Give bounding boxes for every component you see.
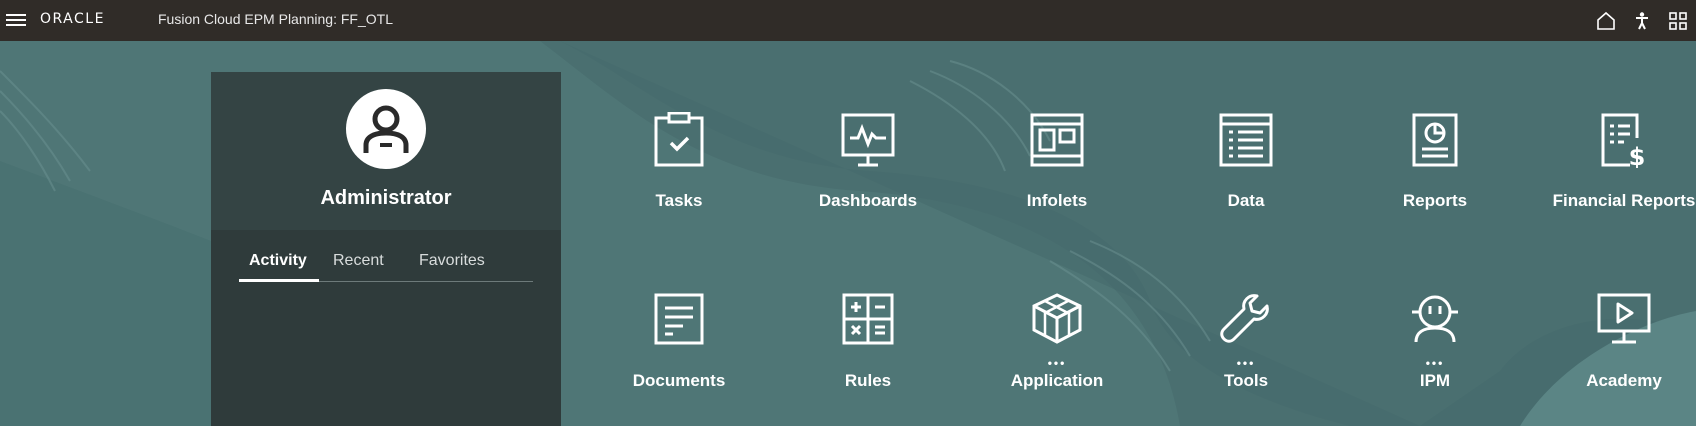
more-indicator: ••• [1047,356,1067,370]
tile-ipm[interactable]: ••• IPM [1355,292,1515,412]
tile-reports[interactable]: Reports [1355,112,1515,232]
tile-documents[interactable]: Documents [599,292,759,412]
tile-label: Tools [1223,371,1269,390]
financial-report-icon: $ [1601,113,1646,168]
oracle-logo[interactable]: ORACLE [40,11,105,27]
more-indicator: ••• [1236,356,1256,370]
tab-recent[interactable]: Recent [333,252,384,270]
profile-panel: Administrator Activity Recent Favorites [211,72,561,426]
tile-label: Academy [1586,371,1662,390]
tile-financial-reports[interactable]: $ Financial Reports [1544,112,1696,232]
tile-academy[interactable]: Academy [1544,292,1696,412]
data-form-icon [1219,113,1273,167]
monitor-chart-icon [841,113,895,167]
tile-data[interactable]: Data [1166,112,1326,232]
tile-dashboards[interactable]: Dashboards [788,112,948,232]
clipboard-check-icon [654,112,704,167]
tile-label: IPM [1419,371,1451,390]
activity-tabs: Activity Recent Favorites [239,252,533,282]
tab-activity[interactable]: Activity [249,252,307,270]
tile-label: Data [1227,191,1265,210]
svg-text:$: $ [1629,143,1646,168]
tile-rules[interactable]: Rules [788,292,948,412]
tile-application[interactable]: ••• Application [977,292,1137,412]
avatar[interactable] [346,89,426,169]
app-title: Fusion Cloud EPM Planning: FF_OTL [158,11,393,27]
infolet-panel-icon [1030,113,1084,167]
user-name: Administrator [320,187,452,209]
tile-label: Tasks [655,191,703,210]
menu-icon[interactable] [6,11,26,29]
global-header: ORACLE Fusion Cloud EPM Planning: FF_OTL [0,0,1696,41]
document-icon [654,293,704,345]
home-icon[interactable] [1594,9,1618,33]
tile-label: Financial Reports [1552,191,1696,210]
tab-favorites[interactable]: Favorites [419,252,485,270]
tile-label: Reports [1402,191,1468,210]
tile-label: Infolets [1026,191,1088,210]
tile-label: Application [1010,371,1104,390]
navigator-grid-icon[interactable] [1666,9,1690,33]
user-icon [363,105,409,153]
tile-tasks[interactable]: Tasks [599,112,759,232]
tile-label: Documents [632,371,726,390]
tile-infolets[interactable]: Infolets [977,112,1137,232]
play-screen-icon [1597,293,1651,344]
more-indicator: ••• [1425,356,1445,370]
active-tab-indicator [239,279,319,282]
ipm-robot-icon [1412,295,1458,343]
cube-icon [1032,293,1082,344]
tile-label: Rules [844,371,892,390]
report-pie-icon [1412,113,1458,167]
calculator-icon [842,293,894,345]
wrench-icon [1220,294,1269,343]
accessibility-icon[interactable] [1630,9,1654,33]
tile-label: Dashboards [818,191,918,210]
tile-tools[interactable]: ••• Tools [1166,292,1326,412]
